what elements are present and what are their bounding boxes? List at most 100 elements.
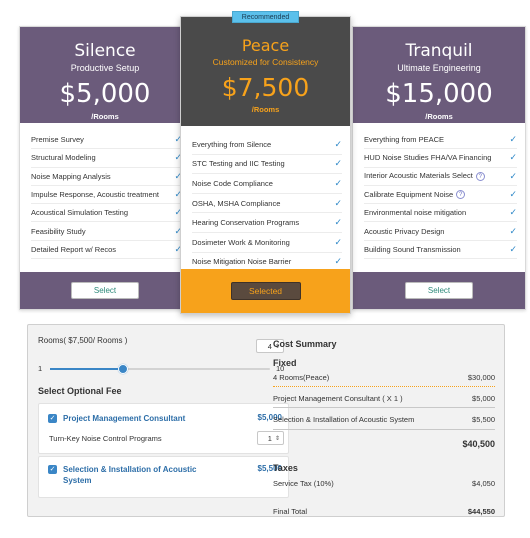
fixed-title: Fixed: [273, 358, 297, 368]
tax-label: Service Tax (10%): [273, 479, 334, 488]
fixed-total: $40,500: [462, 439, 495, 449]
plan-header: Tranquil Ultimate Engineering $15,000 /R…: [353, 27, 525, 123]
feature-item: Premise Survey ✓: [31, 131, 182, 150]
feature-item: Acoustical Simulation Testing ✓: [31, 204, 182, 223]
slider-fill: [50, 368, 124, 370]
feature-label: Calibrate Equipment Noise: [364, 189, 454, 199]
summary-row: 4 Rooms(Peace) $30,000: [273, 373, 495, 387]
check-icon: ✓: [334, 177, 342, 188]
plan-footer: Select: [353, 272, 525, 309]
plan-subtitle: Customized for Consistency: [212, 57, 319, 67]
checkbox-checked-icon[interactable]: ✓: [48, 465, 57, 474]
plan-header: Silence Productive Setup $5,000 /Rooms: [20, 27, 190, 123]
final-total-value: $44,550: [467, 507, 495, 516]
checkbox-checked-icon[interactable]: ✓: [48, 414, 57, 423]
plan-subtitle: Ultimate Engineering: [397, 63, 481, 73]
feature-label: OSHA, MSHA Compliance: [192, 198, 281, 208]
selected-peace-button[interactable]: Selected: [230, 282, 301, 300]
plan-card-peace: Recommended Peace Customized for Consist…: [180, 11, 351, 314]
check-icon: ✓: [334, 256, 342, 267]
check-icon: ✓: [509, 134, 517, 145]
summary-row-value: $5,000: [472, 394, 495, 403]
feature-label: STC Testing and IIC Testing: [192, 159, 285, 169]
summary-row-label: 4 Rooms(Peace): [273, 373, 330, 382]
plan-name: Silence: [74, 41, 136, 61]
plan-footer: Select: [20, 272, 190, 309]
feature-item: Everything from Silence ✓: [192, 135, 342, 155]
feature-item: Everything from PEACE ✓: [364, 131, 517, 150]
feature-item: Interior Acoustic Materials Select? ✓: [364, 168, 517, 186]
question-circle-icon[interactable]: ?: [475, 172, 485, 181]
feature-label: Everything from PEACE: [364, 135, 445, 145]
feature-item: Acoustic Privacy Design ✓: [364, 222, 517, 241]
feature-label: Everything from Silence: [192, 139, 272, 149]
tax-value: $4,050: [472, 479, 495, 488]
feature-label: Feasibility Study: [31, 226, 86, 236]
feature-label: Acoustical Simulation Testing: [31, 208, 128, 218]
feature-label: Impulse Response, Acoustic treatment: [31, 190, 159, 200]
feature-item: Feasibility Study ✓: [31, 222, 182, 241]
summary-row: $40,500: [273, 439, 495, 449]
summary-title: Cost Summary: [273, 339, 337, 349]
plan-subtitle: Productive Setup: [70, 63, 140, 73]
check-icon: ✓: [509, 225, 517, 236]
feature-list: Everything from Silence ✓ STC Testing and…: [181, 126, 350, 273]
feature-item: Dosimeter Work & Monitoring ✓: [192, 233, 342, 253]
feature-label: Premise Survey: [31, 135, 84, 145]
plan-card-tranquil: Tranquil Ultimate Engineering $15,000 /R…: [352, 26, 526, 310]
feature-item: Noise Code Compliance ✓: [192, 174, 342, 194]
feature-item: Noise Mapping Analysis ✓: [31, 168, 182, 186]
feature-item: Calibrate Equipment Noise? ✓: [364, 186, 517, 205]
check-icon: ✓: [334, 197, 342, 208]
check-icon: ✓: [334, 236, 342, 247]
programs-value: 1: [267, 433, 272, 443]
feature-item: Environmental noise mitigation ✓: [364, 204, 517, 223]
feature-item: Hearing Conservation Programs ✓: [192, 213, 342, 233]
feature-item: Building Sound Transmission ✓: [364, 241, 517, 260]
slider-thumb[interactable]: [118, 364, 129, 374]
question-circle-icon[interactable]: ?: [456, 190, 466, 200]
feature-item: Impulse Response, Acoustic treatment ✓: [31, 186, 182, 205]
plan-unit: /Rooms: [251, 105, 280, 114]
select-tranquil-button[interactable]: Select: [405, 282, 473, 299]
plan-footer: Selected: [181, 269, 350, 313]
final-total-label: Final Total: [273, 507, 308, 516]
rooms-slider[interactable]: [50, 364, 270, 374]
plan-price: $7,500: [221, 73, 310, 102]
plan-unit: /Rooms: [91, 112, 119, 121]
feature-item: Structural Modeling ✓: [31, 149, 182, 168]
feature-label: Noise Mapping Analysis: [31, 171, 111, 181]
select-silence-button[interactable]: Select: [71, 282, 139, 299]
check-icon: ✓: [509, 207, 517, 218]
feature-label: Structural Modeling: [31, 153, 96, 163]
check-icon: ✓: [334, 158, 342, 169]
summary-row: Final Total $44,550: [273, 507, 495, 516]
plan-unit: /Rooms: [425, 112, 453, 121]
feature-label: Dosimeter Work & Monitoring: [192, 237, 290, 247]
plan-price: $5,000: [59, 79, 151, 109]
feature-item: HUD Noise Studies FHA/VA Financing ✓: [364, 149, 517, 168]
feature-list: Everything from PEACE ✓ HUD Noise Studies…: [353, 123, 525, 260]
summary-row: Service Tax (10%) $4,050: [273, 479, 495, 488]
option-card-pmc: ✓ Project Management Consultant $5,000 T…: [38, 403, 289, 454]
check-icon: ✓: [509, 170, 517, 181]
option-name: Selection & Installation of Acoustic Sys…: [63, 465, 197, 485]
summary-row-value: $30,000: [467, 373, 495, 382]
rooms-value: 4: [267, 341, 272, 351]
feature-label: Noise Mitigation Noise Barrier: [192, 257, 292, 267]
summary-row-label: Project Management Consultant ( X 1 ): [273, 394, 403, 403]
check-icon: ✓: [334, 217, 342, 228]
summary-row-value: $5,500: [472, 415, 495, 424]
check-icon: ✓: [509, 152, 517, 163]
feature-label: Noise Code Compliance: [192, 178, 273, 188]
check-icon: ✓: [509, 189, 517, 200]
feature-label: Acoustic Privacy Design: [364, 226, 445, 236]
feature-label: Environmental noise mitigation: [364, 208, 467, 218]
check-icon: ✓: [509, 243, 517, 254]
summary-row-label: Selection & Installation of Acoustic Sys…: [273, 415, 415, 424]
feature-item: STC Testing and IIC Testing ✓: [192, 155, 342, 175]
rooms-label: Rooms( $7,500/ Rooms ): [38, 336, 128, 345]
summary-row: Selection & Installation of Acoustic Sys…: [273, 415, 495, 430]
cost-summary: Cost Summary Fixed 4 Rooms(Peace) $30,00…: [273, 337, 495, 516]
sub-option-label: Turn-Key Noise Control Programs: [49, 434, 162, 443]
